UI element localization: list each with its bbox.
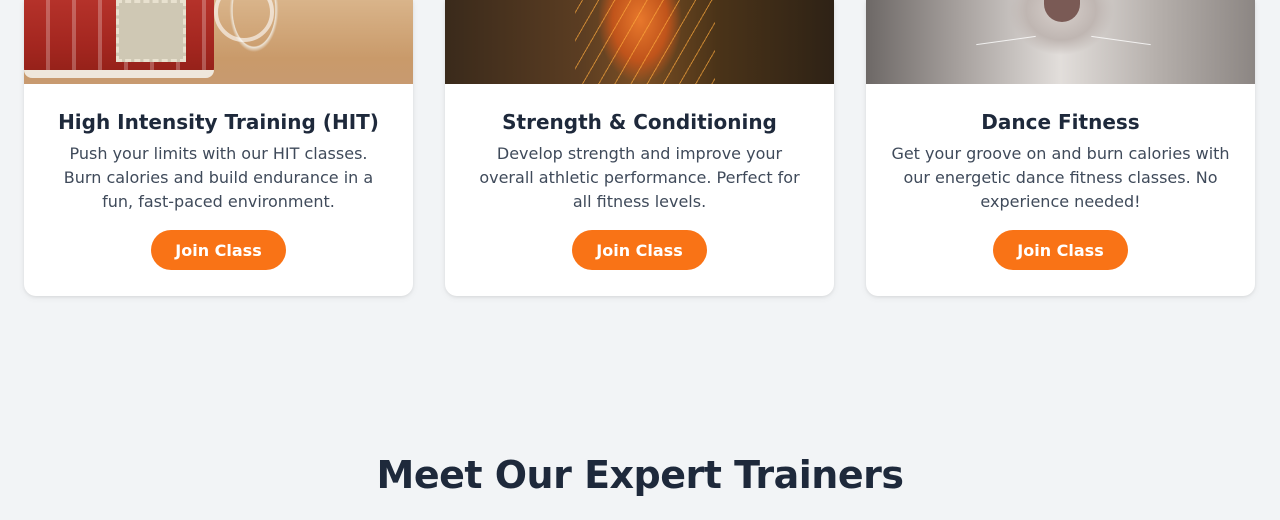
cat-nose-shape	[1044, 0, 1080, 22]
cactus-spikes-shape	[575, 0, 715, 84]
class-cards: High Intensity Training (HIT) Push your …	[24, 0, 1256, 296]
class-title: Dance Fitness	[981, 110, 1140, 134]
join-class-button[interactable]: Join Class	[572, 230, 707, 270]
class-description: Develop strength and improve your overal…	[479, 144, 800, 211]
class-card-strength: Strength & Conditioning Develop strength…	[445, 0, 834, 296]
class-image-strength	[445, 0, 834, 84]
class-image-hit	[24, 0, 413, 84]
whisker-shape	[1091, 35, 1151, 46]
class-card-dance: Dance Fitness Get your groove on and bur…	[866, 0, 1255, 296]
join-class-button[interactable]: Join Class	[993, 230, 1128, 270]
trainers-section-title: Meet Our Expert Trainers	[376, 453, 905, 497]
mug-handle-shape	[214, 0, 274, 42]
stamp-shape	[116, 0, 186, 62]
join-class-button[interactable]: Join Class	[151, 230, 286, 270]
class-description: Push your limits with our HIT classes. B…	[63, 144, 374, 211]
class-description: Get your groove on and burn calories wit…	[891, 144, 1230, 211]
class-image-dance	[866, 0, 1255, 84]
whisker-shape	[976, 35, 1036, 46]
class-card-hit: High Intensity Training (HIT) Push your …	[24, 0, 413, 296]
class-title: High Intensity Training (HIT)	[58, 110, 379, 134]
class-title: Strength & Conditioning	[502, 110, 777, 134]
